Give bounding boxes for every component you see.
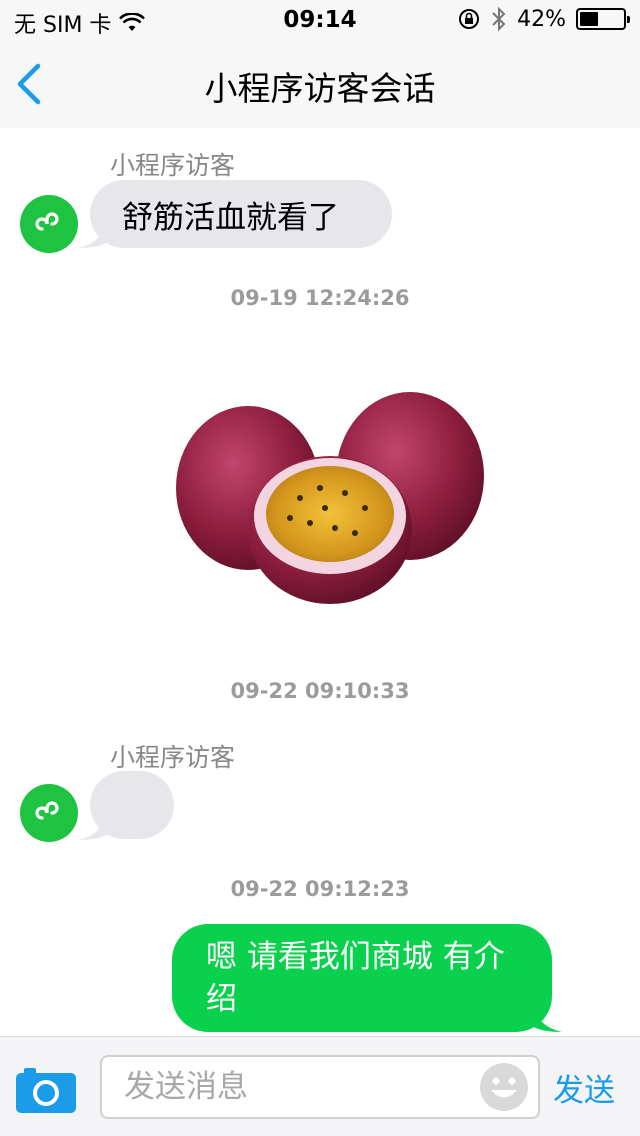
chat-area[interactable]: 小程序访客 舒筋活血就看了 09-19 12:24:26 09-22 09:10…	[0, 128, 640, 1036]
input-bar: 发送	[0, 1036, 640, 1136]
send-button[interactable]: 发送	[553, 1065, 615, 1110]
visitor-avatar[interactable]	[20, 195, 78, 253]
incoming-message-bubble[interactable]	[90, 771, 174, 839]
mini-program-icon	[35, 801, 59, 820]
message-text: 嗯 请看我们商城 有介绍	[206, 939, 505, 1017]
battery-percent: 42%	[517, 6, 566, 32]
sender-name: 小程序访客	[110, 151, 236, 180]
battery-icon	[576, 8, 630, 30]
emoji-button[interactable]	[478, 1061, 530, 1113]
nav-bar: 小程序访客会话	[0, 40, 640, 128]
status-right: 42%	[457, 6, 630, 32]
camera-icon	[16, 1068, 76, 1113]
message-input[interactable]	[100, 1055, 540, 1119]
status-bar: 无 SIM 卡 09:14 42%	[0, 0, 640, 40]
timestamp: 09-22 09:10:33	[230, 679, 410, 703]
timestamp: 09-22 09:12:23	[230, 877, 410, 901]
mini-program-icon	[35, 212, 59, 231]
visitor-avatar[interactable]	[20, 784, 78, 842]
message-text: 舒筋活血就看了	[122, 199, 339, 236]
incoming-message-bubble[interactable]: 舒筋活血就看了	[90, 180, 392, 248]
camera-button[interactable]	[14, 1065, 78, 1115]
passion-fruit-image	[176, 392, 484, 604]
timestamp: 09-19 12:24:26	[230, 286, 410, 310]
orientation-lock-icon	[459, 9, 480, 29]
battery-level	[580, 12, 598, 26]
sender-name: 小程序访客	[110, 743, 236, 772]
bluetooth-icon	[492, 6, 506, 32]
image-message[interactable]	[170, 348, 486, 642]
page-title: 小程序访客会话	[204, 69, 436, 108]
outgoing-message-bubble[interactable]: 嗯 请看我们商城 有介绍	[172, 924, 552, 1032]
emoji-icon	[480, 1063, 528, 1111]
